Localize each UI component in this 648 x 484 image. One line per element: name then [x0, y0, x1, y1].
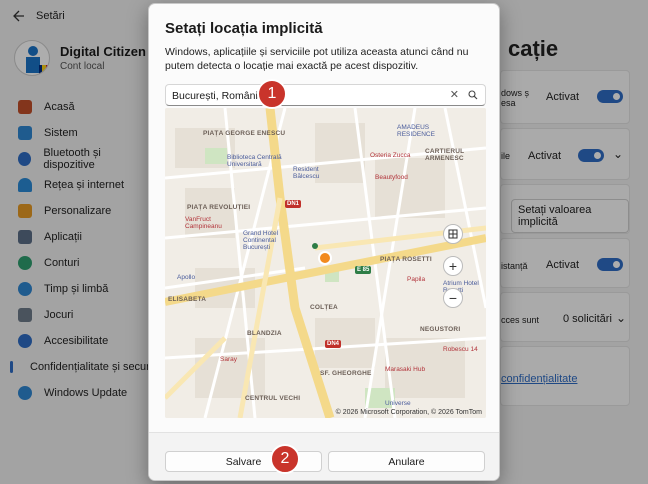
map-place-label: Biblioteca Centrală Universitară: [227, 154, 282, 168]
map-place-label: VanFruct Campineanu: [185, 216, 222, 230]
map-area-label: PIAȚA GEORGE ENESCU: [203, 130, 286, 137]
map-area-label: PIAȚA ROSETTI: [380, 256, 432, 263]
clear-icon[interactable]: ✕: [450, 88, 459, 101]
map-place-label: Osteria Zucca: [370, 152, 411, 159]
map-place-label: Papila: [407, 276, 426, 283]
dialog-title: Setați locația implicită: [165, 20, 323, 37]
callout-badge-2: 2: [270, 444, 300, 474]
search-icon[interactable]: [468, 90, 478, 100]
location-search-input[interactable]: [172, 88, 432, 103]
map-area-label: CARTIERUL ARMENESC: [425, 148, 465, 162]
map-place-label: Grand Hotel Continental București: [243, 230, 279, 251]
map-place-label: Robescu 14: [443, 346, 478, 353]
map-place-label: AMADEUS RESIDENCE: [397, 124, 435, 138]
road-marker: DN1: [285, 200, 302, 208]
map-place-label: Universe: [385, 400, 411, 407]
zoom-in-button[interactable]: +: [443, 256, 463, 276]
map-view[interactable]: PIAȚA GEORGE ENESCU PIAȚA REVOLUȚIEI PIA…: [165, 108, 486, 418]
cancel-button[interactable]: Anulare: [328, 451, 485, 472]
map-place-label: Resident Bălcescu: [293, 166, 320, 180]
map-area-label: CENTRUL VECHI: [245, 395, 301, 402]
road-marker: DN4: [325, 340, 342, 348]
map-area-label: PIAȚA REVOLUȚIEI: [187, 204, 251, 211]
map-place-label: Apollo: [177, 274, 196, 281]
map-copyright: © 2026 Microsoft Corporation, © 2026 Tom…: [335, 409, 482, 416]
map-place-label: Saray: [220, 356, 237, 363]
map-area-label: SF. GHEORGHE: [320, 370, 372, 377]
location-search-box: ✕: [165, 84, 486, 106]
dialog-description: Windows, aplicațiile și serviciile pot u…: [165, 46, 469, 72]
map-area-label: ELISABETA: [168, 296, 207, 303]
map-area-label: COLȚEA: [310, 304, 338, 311]
map-place-label: Beautyfood: [375, 174, 408, 181]
map-area-label: NEGUSTORI: [420, 326, 461, 333]
map-area-label: BLANDZIA: [247, 330, 282, 337]
zoom-out-button[interactable]: −: [443, 288, 463, 308]
default-location-dialog: Setați locația implicită Windows, aplica…: [148, 3, 500, 481]
map-place-label: Marasaki Hub: [385, 366, 426, 373]
map-3d-view-button[interactable]: [443, 224, 463, 244]
dialog-footer: Salvare Anulare: [149, 432, 499, 480]
callout-badge-1: 1: [257, 79, 287, 109]
road-marker: E 85: [355, 266, 372, 274]
